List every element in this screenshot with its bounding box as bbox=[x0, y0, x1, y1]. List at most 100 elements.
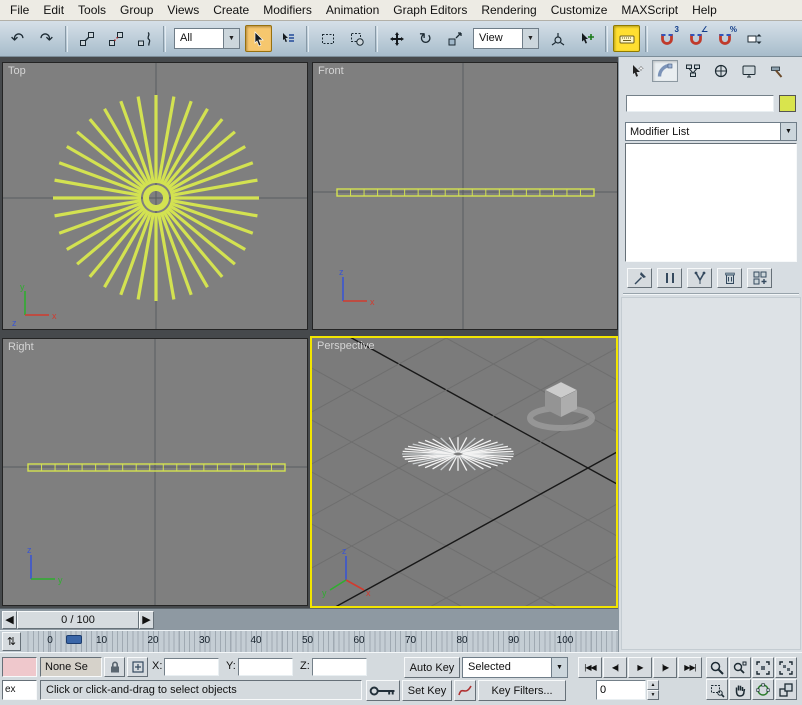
snaps-toggle-button[interactable]: 3 bbox=[653, 25, 680, 52]
set-keys-button[interactable] bbox=[366, 680, 400, 701]
keyboard-shortcut-override-toggle[interactable] bbox=[613, 25, 640, 52]
front-viewport-canvas[interactable]: z x bbox=[313, 63, 617, 329]
select-and-link-button[interactable] bbox=[73, 25, 100, 52]
zoom-all-button[interactable] bbox=[729, 657, 751, 678]
next-frame-button[interactable]: |▶ bbox=[653, 657, 677, 678]
viewport-perspective-active[interactable]: Perspective z x y bbox=[310, 336, 618, 608]
use-pivot-point-center-button[interactable] bbox=[544, 25, 571, 52]
viewport-right[interactable]: Right z y bbox=[2, 338, 308, 606]
tab-utilities[interactable] bbox=[764, 60, 790, 82]
current-time-field[interactable] bbox=[596, 680, 646, 700]
arc-rotate-button[interactable] bbox=[752, 679, 774, 700]
modifier-stack-list[interactable] bbox=[625, 143, 797, 262]
zoom-extents-button[interactable] bbox=[752, 657, 774, 678]
modifier-list-dropdown[interactable]: Modifier List ▼ bbox=[625, 122, 797, 141]
undo-button[interactable]: ↶ bbox=[4, 25, 31, 52]
menu-customize[interactable]: Customize bbox=[544, 0, 615, 21]
go-to-start-button[interactable]: |◀◀ bbox=[578, 657, 602, 678]
go-to-end-button[interactable]: ▶▶| bbox=[678, 657, 702, 678]
zoom-button[interactable] bbox=[706, 657, 728, 678]
track-bar-ruler[interactable]: 0102030405060708090100 bbox=[24, 631, 618, 653]
track-bar[interactable]: ⇅ 0102030405060708090100 bbox=[0, 630, 618, 652]
auto-key-button[interactable]: Auto Key bbox=[404, 657, 460, 678]
z-coord-field[interactable] bbox=[312, 658, 367, 676]
selection-lock-toggle[interactable] bbox=[104, 657, 125, 677]
play-button[interactable]: ▶ bbox=[628, 657, 652, 678]
menu-graph-editors[interactable]: Graph Editors bbox=[386, 0, 474, 21]
select-and-move-button[interactable] bbox=[383, 25, 410, 52]
perspective-viewport-canvas[interactable]: z x y bbox=[312, 338, 616, 606]
menu-group[interactable]: Group bbox=[113, 0, 160, 21]
menu-animation[interactable]: Animation bbox=[319, 0, 386, 21]
menu-views[interactable]: Views bbox=[160, 0, 206, 21]
key-filter-scope-combo[interactable]: Selected ▼ bbox=[462, 657, 568, 678]
time-slider-next-button[interactable]: ▶ bbox=[139, 611, 154, 629]
time-spinner-down[interactable]: ▼ bbox=[647, 690, 659, 700]
object-color-swatch[interactable] bbox=[779, 95, 796, 112]
unlink-selection-button[interactable] bbox=[102, 25, 129, 52]
rectangular-selection-region-button[interactable] bbox=[314, 25, 341, 52]
tab-create[interactable] bbox=[624, 60, 650, 82]
maximize-viewport-toggle[interactable] bbox=[775, 679, 797, 700]
redo-button[interactable]: ↷ bbox=[33, 25, 60, 52]
make-unique-button[interactable] bbox=[687, 268, 712, 288]
pin-stack-button[interactable] bbox=[627, 268, 652, 288]
menu-tools[interactable]: Tools bbox=[71, 0, 113, 21]
viewport-right-label[interactable]: Right bbox=[8, 341, 34, 353]
zoom-extents-all-button[interactable] bbox=[775, 657, 797, 678]
time-spinner-up[interactable]: ▲ bbox=[647, 680, 659, 690]
zoom-region-button[interactable] bbox=[706, 679, 728, 700]
viewport-perspective-label[interactable]: Perspective bbox=[317, 340, 374, 352]
open-mini-curve-editor-button[interactable]: ⇅ bbox=[2, 632, 21, 651]
right-viewport-canvas[interactable]: z y bbox=[3, 339, 307, 605]
menu-maxscript[interactable]: MAXScript bbox=[614, 0, 685, 21]
remove-modifier-button[interactable] bbox=[717, 268, 742, 288]
time-slider-prev-button[interactable]: ◀ bbox=[2, 611, 17, 629]
svg-text:x: x bbox=[366, 588, 371, 598]
spinner-snap-toggle-button[interactable] bbox=[740, 25, 767, 52]
percent-snap-toggle-button[interactable]: % bbox=[711, 25, 738, 52]
selection-filter-combo[interactable]: All ▼ bbox=[174, 28, 240, 49]
time-slider-track[interactable]: ◀ 0 / 100 ▶ bbox=[0, 608, 618, 630]
menu-modifiers[interactable]: Modifiers bbox=[256, 0, 319, 21]
menu-edit[interactable]: Edit bbox=[36, 0, 71, 21]
axis-tripod: z y bbox=[27, 545, 63, 585]
tab-hierarchy[interactable] bbox=[680, 60, 706, 82]
angle-snap-toggle-button[interactable]: ∠ bbox=[682, 25, 709, 52]
configure-modifier-sets-button[interactable] bbox=[747, 268, 772, 288]
tab-modify[interactable] bbox=[652, 60, 678, 82]
tab-display[interactable] bbox=[736, 60, 762, 82]
time-slider-handle[interactable]: 0 / 100 bbox=[17, 611, 139, 629]
bind-to-space-warp-button[interactable] bbox=[131, 25, 158, 52]
menu-create[interactable]: Create bbox=[206, 0, 256, 21]
pan-button[interactable] bbox=[729, 679, 751, 700]
tab-motion[interactable] bbox=[708, 60, 734, 82]
current-frame-marker[interactable] bbox=[66, 635, 82, 644]
viewport-top-label[interactable]: Top bbox=[8, 65, 26, 77]
macro-recorder-pane[interactable] bbox=[2, 657, 37, 677]
select-and-rotate-button[interactable]: ↻ bbox=[412, 25, 439, 52]
show-end-result-button[interactable] bbox=[657, 268, 682, 288]
menu-help[interactable]: Help bbox=[685, 0, 724, 21]
set-key-mode-button[interactable]: Set Key bbox=[402, 680, 452, 701]
reference-coordinate-system-combo[interactable]: View ▼ bbox=[473, 28, 539, 49]
key-filters-button[interactable]: Key Filters... bbox=[478, 680, 566, 701]
y-coord-field[interactable] bbox=[238, 658, 293, 676]
x-coord-field[interactable] bbox=[164, 658, 219, 676]
menu-rendering[interactable]: Rendering bbox=[474, 0, 543, 21]
menu-file[interactable]: File bbox=[3, 0, 36, 21]
select-by-name-button[interactable] bbox=[274, 25, 301, 52]
default-tangent-button[interactable] bbox=[454, 680, 476, 701]
viewport-front[interactable]: Front z x bbox=[312, 62, 618, 330]
window-crossing-toggle-button[interactable] bbox=[343, 25, 370, 52]
maxscript-listener-pane[interactable]: ex bbox=[2, 680, 37, 700]
viewport-top[interactable]: Top y x z bbox=[2, 62, 308, 330]
viewport-front-label[interactable]: Front bbox=[318, 65, 344, 77]
select-and-scale-button[interactable] bbox=[441, 25, 468, 52]
previous-frame-button[interactable]: ◀| bbox=[603, 657, 627, 678]
select-and-manipulate-button[interactable] bbox=[573, 25, 600, 52]
absolute-offset-mode-toggle[interactable] bbox=[127, 657, 148, 677]
object-name-field[interactable] bbox=[626, 95, 774, 112]
top-viewport-canvas[interactable]: y x z bbox=[3, 63, 307, 329]
select-object-button[interactable] bbox=[245, 25, 272, 52]
